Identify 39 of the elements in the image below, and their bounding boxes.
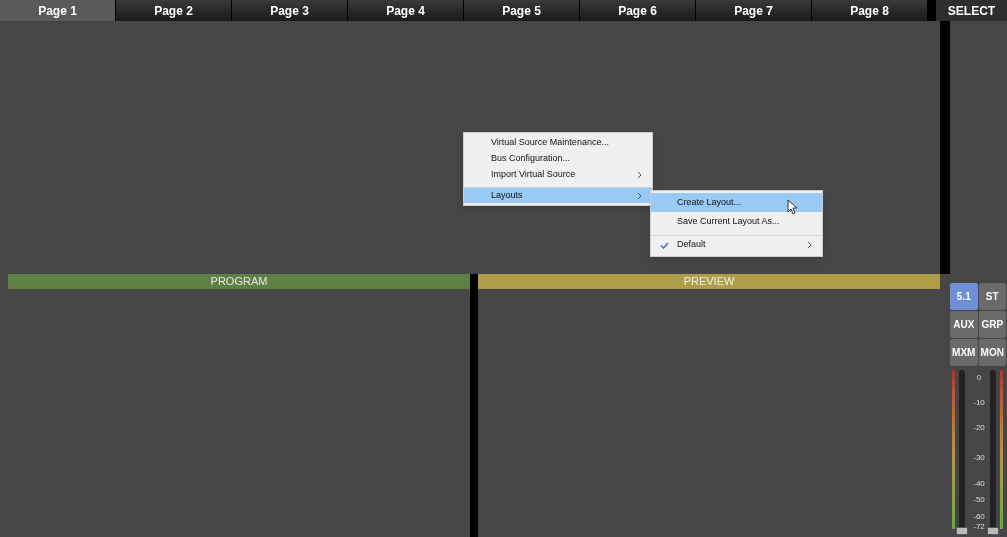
page-tab[interactable]: Page 7 bbox=[696, 0, 812, 21]
menu-item[interactable]: Bus Configuration... bbox=[464, 151, 652, 167]
preview-header: PREVIEW bbox=[478, 274, 940, 289]
page-tab[interactable]: Page 8 bbox=[812, 0, 928, 21]
scale-label: -20 bbox=[972, 422, 986, 432]
menu-item[interactable]: Create Layout... bbox=[651, 193, 822, 212]
menu-item[interactable]: Virtual Source Maintenance... bbox=[464, 135, 652, 151]
chevron-right-icon bbox=[637, 191, 642, 200]
menu-item[interactable]: Default bbox=[651, 235, 822, 254]
scale-label: -30 bbox=[972, 452, 986, 462]
fader-handle[interactable] bbox=[956, 527, 968, 535]
scale-label: -72 bbox=[972, 521, 986, 531]
page-tab[interactable]: Page 1 bbox=[0, 0, 116, 21]
menu-item[interactable]: Save Current Layout As... bbox=[651, 212, 822, 231]
mouse-pointer-icon bbox=[787, 199, 798, 215]
scale-label: -60 bbox=[972, 511, 986, 521]
page-tab[interactable]: Page 3 bbox=[232, 0, 348, 21]
page-tab[interactable]: Page 6 bbox=[580, 0, 696, 21]
bus-button[interactable]: AUX bbox=[950, 311, 978, 338]
menu-item[interactable]: Layouts bbox=[464, 187, 652, 203]
page-tab[interactable]: Page 5 bbox=[464, 0, 580, 21]
fader[interactable] bbox=[987, 370, 999, 535]
fader[interactable] bbox=[956, 370, 968, 535]
scale-label: -50 bbox=[972, 495, 986, 505]
chevron-right-icon bbox=[807, 241, 812, 249]
bus-button[interactable]: MXM bbox=[950, 339, 978, 366]
menu-item[interactable]: Import Virtual Source bbox=[464, 167, 652, 183]
chevron-right-icon bbox=[637, 171, 642, 179]
scale-label: -10 bbox=[972, 398, 986, 408]
bus-button[interactable]: MON bbox=[978, 339, 1006, 366]
page-tab[interactable]: Page 4 bbox=[348, 0, 464, 21]
program-header: PROGRAM bbox=[8, 274, 470, 289]
fader-handle[interactable] bbox=[987, 527, 999, 535]
bus-button[interactable]: ST bbox=[978, 283, 1006, 310]
scale-label: 0 bbox=[975, 373, 983, 383]
select-header: SELECT bbox=[936, 0, 1007, 21]
page-tab[interactable]: Page 2 bbox=[116, 0, 232, 21]
bus-button[interactable]: GRP bbox=[978, 311, 1006, 338]
scale-label: -40 bbox=[972, 478, 986, 488]
